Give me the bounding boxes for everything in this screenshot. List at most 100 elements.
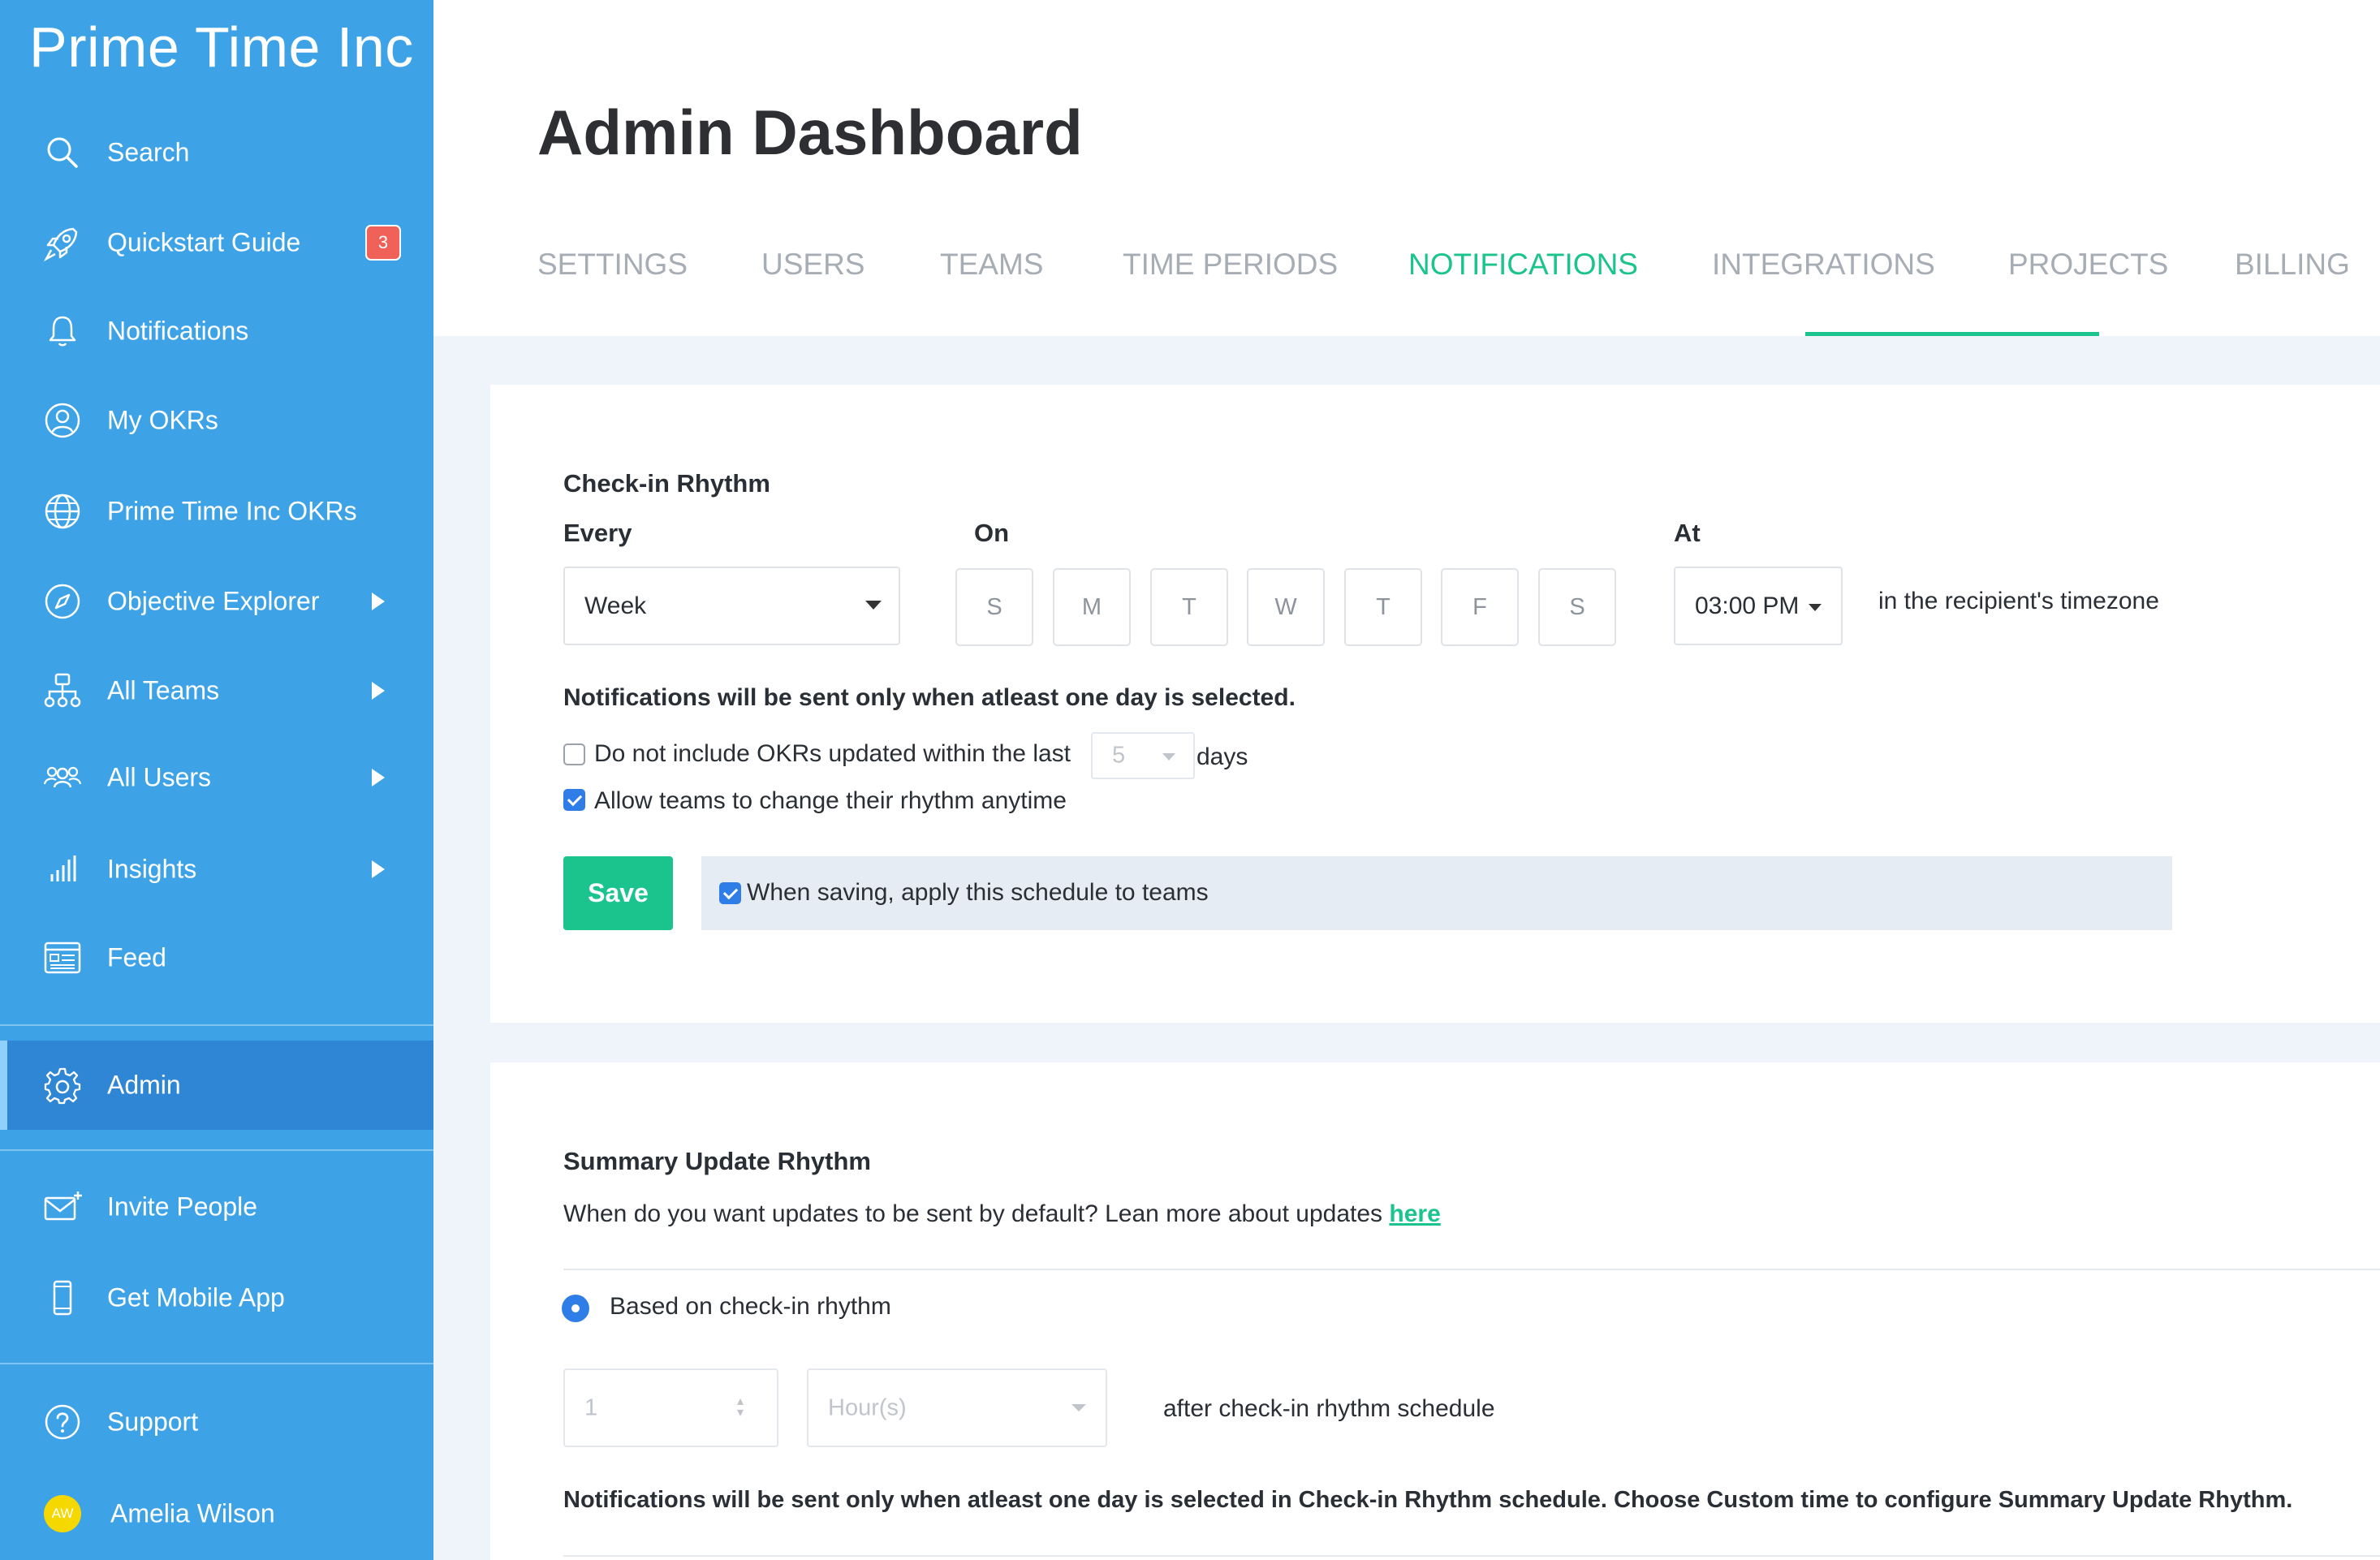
chevron-down-icon [1162, 753, 1175, 761]
sidebar-item-company-okrs[interactable]: Prime Time Inc OKRs [0, 479, 433, 544]
days-suffix: days [1196, 743, 1248, 770]
chevron-down-icon [1071, 1404, 1086, 1411]
timezone-note: in the recipient's timezone [1878, 588, 2159, 614]
expand-arrow-icon[interactable] [372, 769, 385, 786]
bar-chart-icon [42, 849, 83, 890]
exclude-days-value: 5 [1112, 742, 1126, 769]
day-toggle-friday[interactable]: F [1441, 568, 1519, 646]
tab-projects[interactable]: PROJECTS [2008, 248, 2168, 282]
sidebar-item-admin[interactable]: Admin [0, 1041, 433, 1130]
expand-arrow-icon[interactable] [372, 682, 385, 700]
sidebar-item-my-okrs[interactable]: My OKRs [0, 388, 433, 453]
at-label: At [1674, 519, 1701, 547]
sidebar-item-notifications[interactable]: Notifications [0, 299, 433, 364]
learn-more-link[interactable]: here [1389, 1200, 1440, 1227]
summary-amount-value: 1 [584, 1394, 598, 1420]
sidebar-item-all-teams[interactable]: All Teams [0, 658, 433, 723]
envelope-plus-icon [42, 1187, 83, 1227]
allow-change-rhythm-label: Allow teams to change their rhythm anyti… [594, 787, 1067, 814]
apply-schedule-bar: When saving, apply this schedule to team… [701, 856, 2172, 930]
sidebar-item-quickstart-guide[interactable]: Quickstart Guide 3 [0, 210, 433, 275]
sidebar-item-support[interactable]: Support [0, 1390, 433, 1454]
sidebar-item-all-users[interactable]: All Users [0, 745, 433, 810]
compass-icon [42, 581, 83, 622]
sidebar-item-label: Objective Explorer [107, 586, 320, 616]
apply-to-teams-checkbox[interactable] [719, 882, 741, 904]
exclude-updated-label: Do not include OKRs updated within the l… [594, 740, 1071, 767]
tab-integrations[interactable]: INTEGRATIONS [1712, 248, 1935, 282]
day-toggle-wednesday[interactable]: W [1247, 568, 1325, 646]
rocket-icon [42, 222, 83, 263]
every-frequency-value: Week [584, 592, 647, 619]
time-value: 03:00 PM [1695, 592, 1800, 619]
checkin-warning: Notifications will be sent only when atl… [563, 684, 1296, 711]
sidebar-item-objective-explorer[interactable]: Objective Explorer [0, 569, 433, 634]
sidebar-item-label: All Teams [107, 675, 220, 705]
summary-description: When do you want updates to be sent by d… [563, 1200, 1441, 1228]
sidebar-item-invite-people[interactable]: Invite People [0, 1174, 433, 1239]
tab-notifications[interactable]: NOTIFICATIONS [1408, 248, 1638, 282]
time-select[interactable]: 03:00 PM [1674, 567, 1843, 645]
page-header: Admin Dashboard SETTINGS USERS TEAMS TIM… [433, 0, 2380, 336]
sidebar-item-label: All Users [107, 762, 212, 792]
exclude-updated-checkbox[interactable] [563, 743, 585, 765]
sidebar-item-label: Prime Time Inc OKRs [107, 496, 357, 526]
day-toggle-tuesday[interactable]: T [1150, 568, 1228, 646]
sidebar: Prime Time Inc Search Quickstart Guide 3… [0, 0, 433, 1560]
gear-icon [42, 1065, 83, 1105]
users-icon [42, 757, 83, 798]
day-toggle-thursday[interactable]: T [1344, 568, 1422, 646]
avatar: AW [44, 1495, 81, 1532]
based-on-checkin-radio[interactable] [562, 1295, 589, 1322]
every-frequency-select[interactable]: Week [563, 567, 900, 645]
search-icon [42, 132, 83, 173]
sidebar-item-insights[interactable]: Insights [0, 837, 433, 902]
allow-change-rhythm-checkbox[interactable] [563, 789, 585, 811]
brand-name[interactable]: Prime Time Inc [29, 15, 414, 80]
notification-count-badge: 3 [365, 225, 401, 261]
page-title: Admin Dashboard [537, 97, 1083, 168]
question-circle-icon [42, 1402, 83, 1442]
globe-icon [42, 491, 83, 532]
active-indicator [0, 1041, 7, 1130]
sidebar-item-label: Support [107, 1407, 199, 1437]
bell-icon [42, 311, 83, 351]
expand-arrow-icon[interactable] [372, 860, 385, 878]
day-toggle-saturday[interactable]: S [1538, 568, 1616, 646]
section-divider [563, 1269, 2380, 1270]
based-on-checkin-label: Based on check-in rhythm [610, 1293, 891, 1320]
expand-arrow-icon[interactable] [372, 593, 385, 610]
sidebar-item-label: Get Mobile App [107, 1282, 285, 1312]
tab-time-periods[interactable]: TIME PERIODS [1123, 248, 1338, 282]
tab-billing[interactable]: BILLING [2235, 248, 2350, 282]
sidebar-item-label: Search [107, 137, 190, 167]
summary-description-text: When do you want updates to be sent by d… [563, 1200, 1383, 1227]
every-label: Every [563, 519, 632, 547]
apply-to-teams-label: When saving, apply this schedule to team… [747, 879, 1209, 906]
user-profile[interactable]: AW Amelia Wilson [0, 1481, 433, 1546]
stepper-arrows-icon: ▴ ▾ [737, 1394, 744, 1420]
sidebar-item-label: Admin [107, 1070, 181, 1100]
sidebar-divider [0, 1363, 433, 1364]
checkin-rhythm-heading: Check-in Rhythm [563, 469, 770, 498]
org-chart-icon [42, 670, 83, 711]
sidebar-item-feed[interactable]: Feed [0, 925, 433, 990]
tab-settings[interactable]: SETTINGS [537, 248, 688, 282]
day-toggle-monday[interactable]: M [1053, 568, 1131, 646]
sidebar-item-label: My OKRs [107, 405, 218, 435]
summary-unit-value: Hour(s) [828, 1394, 907, 1420]
day-toggle-sunday[interactable]: S [955, 568, 1033, 646]
chevron-down-icon [1809, 604, 1822, 611]
save-button[interactable]: Save [563, 856, 673, 930]
sidebar-item-search[interactable]: Search [0, 120, 433, 185]
sidebar-item-get-mobile-app[interactable]: Get Mobile App [0, 1265, 433, 1330]
sidebar-item-label: Notifications [107, 316, 249, 346]
mobile-icon [42, 1278, 83, 1318]
summary-unit-select: Hour(s) [807, 1368, 1107, 1447]
user-circle-icon [42, 400, 83, 441]
on-label: On [974, 519, 1010, 547]
tab-users[interactable]: USERS [761, 248, 864, 282]
sidebar-item-label: Invite People [107, 1192, 258, 1222]
summary-amount-input: 1 ▴ ▾ [563, 1368, 778, 1447]
tab-teams[interactable]: TEAMS [940, 248, 1043, 282]
